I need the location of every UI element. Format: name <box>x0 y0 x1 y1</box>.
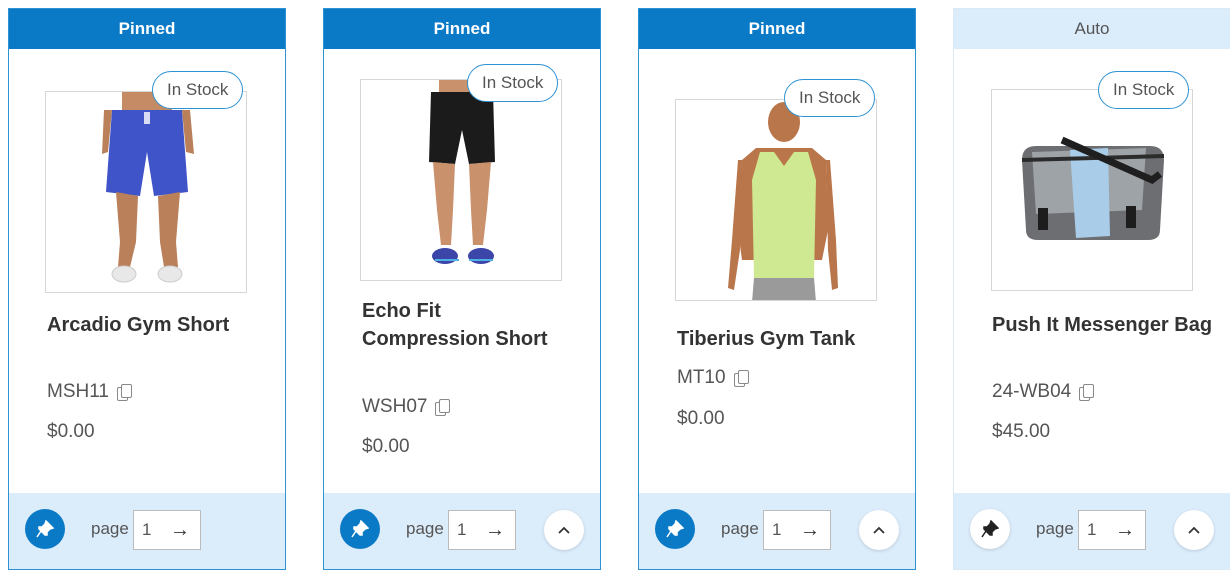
page-control: → <box>133 510 201 550</box>
product-sku: WSH07 <box>362 396 451 418</box>
stock-badge: In Stock <box>1098 71 1190 109</box>
card-mode-header: Pinned <box>9 9 285 49</box>
product-sku: MT10 <box>677 367 749 389</box>
product-image <box>45 91 247 293</box>
page-control: → <box>1078 510 1146 550</box>
move-up-button[interactable] <box>1174 510 1214 550</box>
pin-icon <box>981 520 999 538</box>
product-price: $0.00 <box>677 408 725 429</box>
page-control: → <box>448 510 516 550</box>
arrow-right-icon[interactable]: → <box>800 519 820 542</box>
page-control: → <box>763 510 831 550</box>
page-label: page <box>406 519 444 538</box>
page-label: page <box>721 519 759 538</box>
copy-icon[interactable] <box>435 399 451 416</box>
move-up-button[interactable] <box>544 510 584 550</box>
pin-icon <box>666 520 684 538</box>
page-input[interactable] <box>1079 511 1113 549</box>
product-name: Echo Fit Compression Short <box>362 300 548 350</box>
sku-text: MSH11 <box>47 381 109 402</box>
card-footer: page → <box>954 493 1230 569</box>
stock-badge: In Stock <box>152 71 244 109</box>
arrow-right-icon[interactable]: → <box>485 519 505 542</box>
product-card-4: Auto In Stock Push It Messenger Bag 24-W… <box>953 8 1230 570</box>
chevron-up-icon <box>1188 526 1200 534</box>
chevron-up-icon <box>558 526 570 534</box>
product-card-1: Pinned In Stock Arcadio Gym Short MSH11 … <box>8 8 286 570</box>
move-up-button[interactable] <box>859 510 899 550</box>
product-price: $0.00 <box>47 421 95 442</box>
pin-button[interactable] <box>655 509 695 549</box>
stock-badge: In Stock <box>467 64 559 102</box>
card-mode-header: Pinned <box>324 9 600 49</box>
card-footer: page → <box>639 493 915 569</box>
product-image <box>991 89 1193 291</box>
arrow-right-icon[interactable]: → <box>1115 519 1135 542</box>
copy-icon[interactable] <box>733 370 749 387</box>
pin-icon <box>351 520 369 538</box>
copy-icon[interactable] <box>1079 384 1095 401</box>
sku-text: WSH07 <box>362 396 428 417</box>
product-price: $0.00 <box>362 436 410 457</box>
pin-button[interactable] <box>970 509 1010 549</box>
product-sku: MSH11 <box>47 381 132 403</box>
card-footer: page → <box>9 493 285 569</box>
product-sku: 24-WB04 <box>992 381 1095 403</box>
product-name: Arcadio Gym Short <box>47 314 230 336</box>
product-name: Push It Messenger Bag <box>992 314 1213 336</box>
pin-icon <box>36 520 54 538</box>
arrow-right-icon[interactable]: → <box>170 519 190 542</box>
product-card-3: Pinned In Stock Tiberius Gym Tank MT10 $… <box>638 8 916 570</box>
page-input[interactable] <box>449 511 483 549</box>
product-image <box>360 79 562 281</box>
product-image <box>675 99 877 301</box>
card-footer: page → <box>324 493 600 569</box>
page-input[interactable] <box>764 511 798 549</box>
sku-text: MT10 <box>677 367 726 388</box>
page-label: page <box>1036 519 1074 538</box>
product-name: Tiberius Gym Tank <box>677 328 856 350</box>
sku-text: 24-WB04 <box>992 381 1072 402</box>
card-mode-header: Auto <box>954 9 1230 49</box>
pin-button[interactable] <box>25 509 65 549</box>
copy-icon[interactable] <box>116 384 132 401</box>
chevron-up-icon <box>873 526 885 534</box>
stock-badge: In Stock <box>784 79 876 117</box>
card-mode-header: Pinned <box>639 9 915 49</box>
product-price: $45.00 <box>992 421 1051 442</box>
page-label: page <box>91 519 129 538</box>
pin-button[interactable] <box>340 509 380 549</box>
product-card-2: Pinned In Stock Echo Fit Compression Sho… <box>323 8 601 570</box>
page-input[interactable] <box>134 511 168 549</box>
